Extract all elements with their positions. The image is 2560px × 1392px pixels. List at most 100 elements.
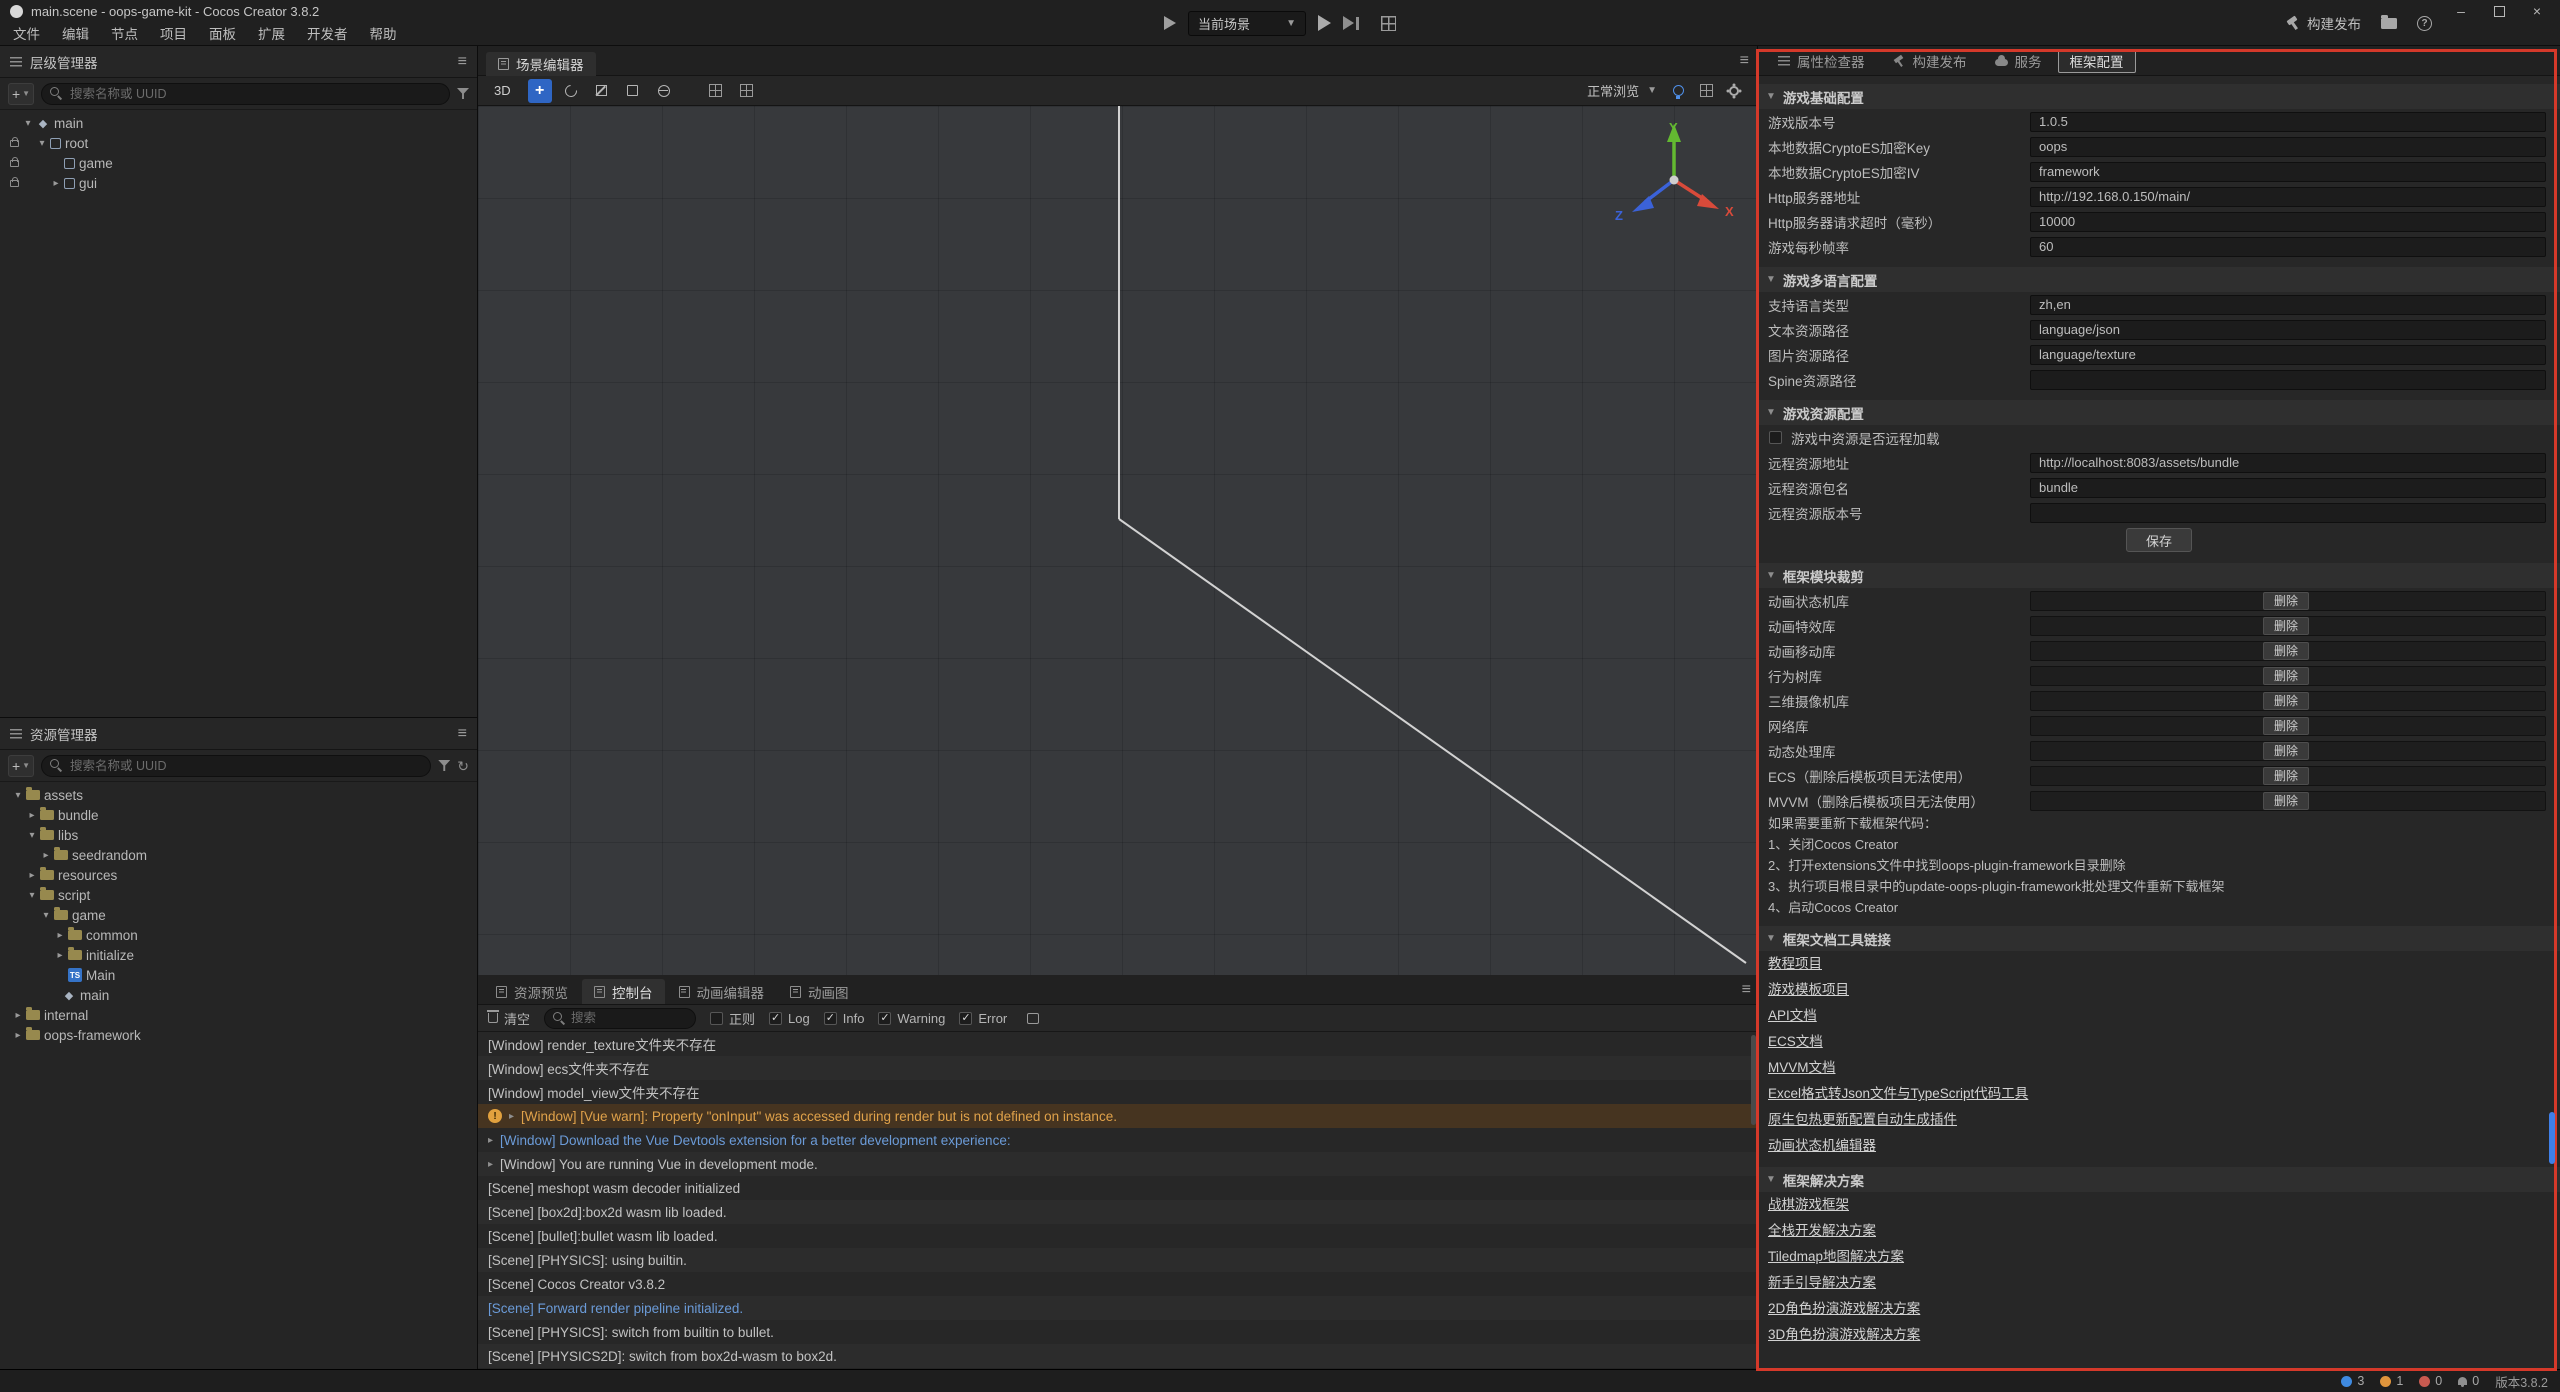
filter-icon[interactable] bbox=[457, 88, 469, 99]
tab-scene-editor[interactable]: 场景编辑器 bbox=[486, 52, 596, 76]
expand-arrow-icon[interactable]: ▸ bbox=[10, 1030, 26, 1041]
checkbox-icon[interactable] bbox=[878, 1012, 891, 1025]
rect-tool-button[interactable] bbox=[621, 79, 645, 103]
section-resource-config[interactable]: ▼ 游戏资源配置 bbox=[1758, 400, 2560, 425]
asset-row[interactable]: ◆ main bbox=[0, 985, 477, 1005]
assets-search-input[interactable] bbox=[41, 755, 431, 777]
asset-row[interactable]: ▸ oops-framework bbox=[0, 1025, 477, 1045]
console-log-row[interactable]: ! ▸ [Scene] [PHYSICS2D]: switch from box… bbox=[478, 1344, 1757, 1368]
hierarchy-node-row[interactable]: ▸ gui bbox=[0, 173, 477, 193]
expand-arrow-icon[interactable]: ▸ bbox=[24, 810, 40, 821]
rotate-tool-button[interactable] bbox=[559, 79, 583, 103]
layout-grid-icon[interactable] bbox=[1381, 16, 1396, 31]
doc-link[interactable]: MVVM文档 bbox=[1758, 1055, 2560, 1081]
expand-arrow-icon[interactable]: ▸ bbox=[24, 870, 40, 881]
notification-count[interactable]: 0 bbox=[2458, 1374, 2479, 1388]
property-input[interactable]: 10000 bbox=[2030, 212, 2546, 232]
console-log-row[interactable]: ! ▸ [Scene] meshopt wasm decoder initial… bbox=[478, 1176, 1757, 1200]
overlay-grid-icon[interactable] bbox=[1700, 84, 1713, 97]
clear-console-button[interactable]: 清空 bbox=[488, 1009, 530, 1028]
scene-select[interactable]: 当前场景 ▼ bbox=[1188, 11, 1306, 36]
menu-item[interactable]: 扩展 bbox=[247, 23, 296, 46]
property-input[interactable]: http://localhost:8083/assets/bundle bbox=[2030, 453, 2546, 473]
property-input[interactable] bbox=[2030, 370, 2546, 390]
expand-arrow-icon[interactable]: ▸ bbox=[38, 850, 54, 861]
expand-arrow-icon[interactable]: ▸ bbox=[48, 178, 64, 189]
hierarchy-search-input[interactable] bbox=[41, 83, 450, 105]
delete-module-button[interactable]: 删除 bbox=[2263, 642, 2309, 660]
menu-item[interactable]: 面板 bbox=[198, 23, 247, 46]
save-button[interactable]: 保存 bbox=[2126, 528, 2192, 552]
open-folder-icon[interactable] bbox=[2381, 18, 2397, 29]
lock-icon[interactable] bbox=[10, 140, 19, 147]
section-solutions[interactable]: ▼ 框架解决方案 bbox=[1758, 1167, 2560, 1192]
doc-link[interactable]: ECS文档 bbox=[1758, 1029, 2560, 1055]
expand-arrow-icon[interactable]: ▾ bbox=[38, 910, 54, 921]
asset-row[interactable]: ▾ game bbox=[0, 905, 477, 925]
delete-module-button[interactable]: 删除 bbox=[2263, 592, 2309, 610]
move-tool-button[interactable]: + bbox=[528, 79, 552, 103]
view-mode-select[interactable]: 正常浏览 ▼ bbox=[1587, 81, 1657, 100]
property-input[interactable]: 1.0.5 bbox=[2030, 112, 2546, 132]
property-input[interactable]: 60 bbox=[2030, 237, 2546, 257]
doc-link[interactable]: 教程项目 bbox=[1758, 951, 2560, 977]
hierarchy-node-row[interactable]: ▾ root bbox=[0, 133, 477, 153]
maximize-button[interactable] bbox=[2480, 0, 2518, 22]
lock-icon[interactable] bbox=[10, 160, 19, 167]
tab-service[interactable]: 服务 bbox=[1983, 49, 2054, 73]
expand-arrow-icon[interactable]: ▾ bbox=[10, 790, 26, 801]
preview-platform-icon[interactable] bbox=[1164, 16, 1176, 30]
gear-icon[interactable] bbox=[1729, 86, 1739, 96]
checkbox-icon[interactable] bbox=[769, 1012, 782, 1025]
delete-module-button[interactable]: 删除 bbox=[2263, 742, 2309, 760]
console-filter-toggle[interactable]: Log bbox=[769, 1011, 810, 1026]
console-filter-toggle[interactable]: 正则 bbox=[710, 1009, 755, 1028]
checkbox-icon[interactable] bbox=[824, 1012, 837, 1025]
delete-module-button[interactable]: 删除 bbox=[2263, 692, 2309, 710]
hierarchy-node-row[interactable]: ▾ ◆ main bbox=[0, 113, 477, 133]
hierarchy-menu-icon[interactable]: ≡ bbox=[458, 54, 467, 70]
tab-framework-config[interactable]: 框架配置 bbox=[2058, 49, 2136, 73]
expand-arrow-icon[interactable]: ▾ bbox=[24, 890, 40, 901]
asset-row[interactable]: ▸ common bbox=[0, 925, 477, 945]
expand-arrow-icon[interactable]: ▾ bbox=[20, 118, 36, 129]
console-search-input[interactable] bbox=[544, 1008, 696, 1029]
tab-console[interactable]: 控制台 bbox=[582, 979, 665, 1004]
solution-link[interactable]: 战棋游戏框架 bbox=[1758, 1192, 2560, 1218]
step-button[interactable] bbox=[1343, 16, 1359, 30]
scale-tool-button[interactable] bbox=[590, 79, 614, 103]
console-log-row[interactable]: ! ▸ [Scene] [PHYSICS]: switch from built… bbox=[478, 1320, 1757, 1344]
console-log-row[interactable]: ! ▸ [Scene] [PHYSICS]: using builtin. bbox=[478, 1248, 1757, 1272]
refresh-icon[interactable]: ↻ bbox=[457, 759, 469, 773]
doc-link[interactable]: 原生包热更新配置自动生成插件 bbox=[1758, 1107, 2560, 1133]
tab-property-inspector[interactable]: 属性检查器 bbox=[1766, 49, 1877, 73]
console-log-row[interactable]: ! ▸ [Scene] Cocos Creator v3.8.2 bbox=[478, 1272, 1757, 1296]
solution-link[interactable]: 3D角色扮演游戏解决方案 bbox=[1758, 1322, 2560, 1348]
expand-arrow-icon[interactable]: ▸ bbox=[509, 1111, 514, 1122]
tab-asset-preview[interactable]: 资源预览 bbox=[484, 979, 580, 1004]
console-log-row[interactable]: ! ▸ [Scene] [box2d]:box2d wasm lib loade… bbox=[478, 1200, 1757, 1224]
info-count[interactable]: 3 bbox=[2341, 1374, 2364, 1388]
close-button[interactable]: × bbox=[2518, 0, 2556, 22]
section-game-base-config[interactable]: ▼ 游戏基础配置 bbox=[1758, 84, 2560, 109]
expand-arrow-icon[interactable]: ▾ bbox=[34, 138, 50, 149]
expand-arrow-icon[interactable]: ▸ bbox=[10, 1010, 26, 1021]
assets-menu-icon[interactable]: ≡ bbox=[458, 726, 467, 742]
solution-link[interactable]: 新手引导解决方案 bbox=[1758, 1270, 2560, 1296]
asset-row[interactable]: ▸ internal bbox=[0, 1005, 477, 1025]
collapse-logs-icon[interactable] bbox=[1027, 1013, 1039, 1024]
warning-count[interactable]: 1 bbox=[2380, 1374, 2403, 1388]
property-input[interactable]: framework bbox=[2030, 162, 2546, 182]
delete-module-button[interactable]: 删除 bbox=[2263, 767, 2309, 785]
lock-icon[interactable] bbox=[10, 180, 19, 187]
property-input[interactable]: http://192.168.0.150/main/ bbox=[2030, 187, 2546, 207]
asset-row[interactable]: ▾ libs bbox=[0, 825, 477, 845]
delete-module-button[interactable]: 删除 bbox=[2263, 617, 2309, 635]
tab-animation-graph[interactable]: 动画图 bbox=[778, 979, 861, 1004]
tab-build-publish[interactable]: 构建发布 bbox=[1881, 49, 1979, 73]
asset-row[interactable]: ▸ initialize bbox=[0, 945, 477, 965]
console-filter-toggle[interactable]: Warning bbox=[878, 1011, 945, 1026]
property-input[interactable]: oops bbox=[2030, 137, 2546, 157]
console-filter-toggle[interactable]: Error bbox=[959, 1011, 1007, 1026]
console-log-row[interactable]: ! ▸ [Scene] Forward render pipeline init… bbox=[478, 1296, 1757, 1320]
